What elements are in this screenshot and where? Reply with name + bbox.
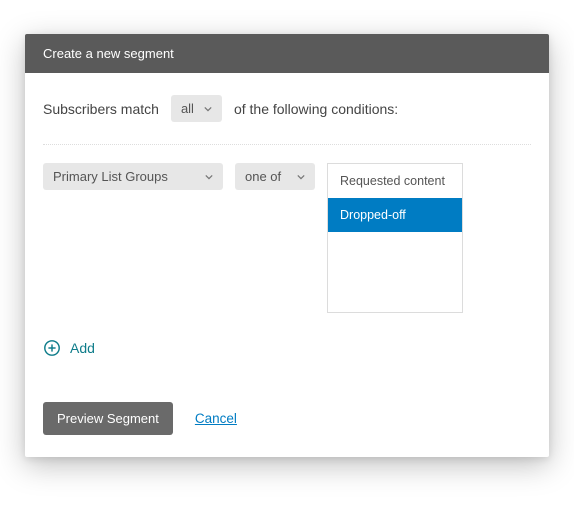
- condition-row: Primary List Groups one of Requested con…: [43, 163, 531, 313]
- modal-title: Create a new segment: [43, 46, 174, 61]
- create-segment-modal: Create a new segment Subscribers match a…: [25, 34, 549, 457]
- condition-operator-value: one of: [245, 169, 281, 184]
- condition-operator-select[interactable]: one of: [235, 163, 315, 190]
- cancel-link[interactable]: Cancel: [195, 411, 237, 426]
- option-label: Dropped-off: [340, 208, 406, 222]
- option-requested-content[interactable]: Requested content: [328, 164, 462, 198]
- preview-label: Preview Segment: [57, 411, 159, 426]
- plus-circle-icon: [43, 339, 61, 357]
- match-prefix-label: Subscribers match: [43, 101, 159, 117]
- match-mode-select[interactable]: all: [171, 95, 222, 122]
- preview-segment-button[interactable]: Preview Segment: [43, 402, 173, 435]
- modal-body: Subscribers match all of the following c…: [25, 73, 549, 457]
- cancel-label: Cancel: [195, 411, 237, 426]
- chevron-down-icon: [204, 105, 212, 113]
- option-label: Requested content: [340, 174, 445, 188]
- chevron-down-icon: [205, 173, 213, 181]
- match-mode-value: all: [181, 101, 194, 116]
- condition-value-listbox[interactable]: Requested content Dropped-off: [327, 163, 463, 313]
- option-dropped-off[interactable]: Dropped-off: [328, 198, 462, 232]
- condition-field-select[interactable]: Primary List Groups: [43, 163, 223, 190]
- add-condition-button[interactable]: Add: [43, 339, 95, 357]
- condition-field-value: Primary List Groups: [53, 169, 168, 184]
- modal-header: Create a new segment: [25, 34, 549, 73]
- chevron-down-icon: [297, 173, 305, 181]
- match-suffix-label: of the following conditions:: [234, 101, 398, 117]
- add-label: Add: [70, 340, 95, 356]
- modal-footer: Preview Segment Cancel: [43, 402, 531, 435]
- match-conditions-row: Subscribers match all of the following c…: [43, 95, 531, 145]
